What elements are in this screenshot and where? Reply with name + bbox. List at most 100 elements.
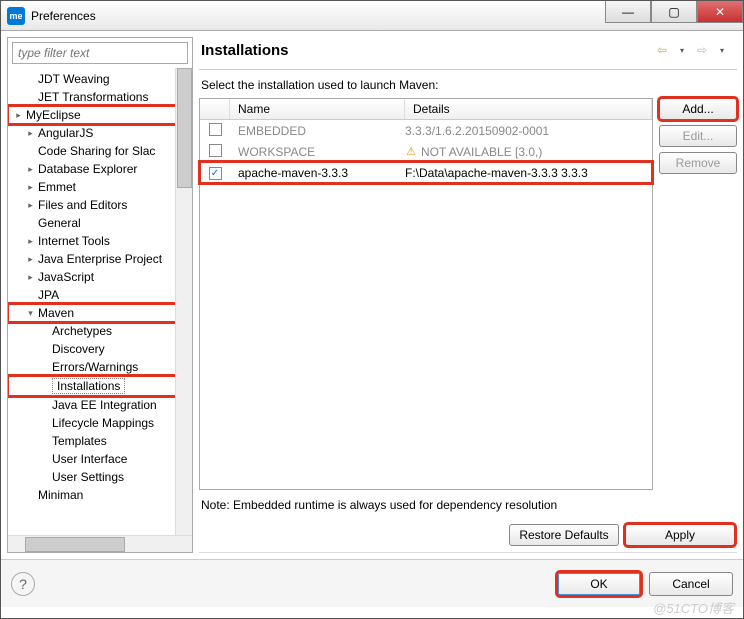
scroll-thumb[interactable] [25,537,125,552]
tree-item[interactable]: JPA [8,286,192,304]
nav-forward-icon[interactable]: ⇨ [693,41,711,59]
expander-icon[interactable]: ▾ [26,309,35,318]
tree-item-label: Code Sharing for Slac [38,144,155,158]
note-text: Note: Embedded runtime is always used fo… [199,490,737,520]
tree-item[interactable]: Archetypes [8,322,192,340]
expander-icon [40,345,49,354]
cell-name: EMBEDDED [230,124,405,138]
content-row: Name Details EMBEDDED3.3.3/1.6.2.2015090… [199,98,737,490]
tree-item-label: Lifecycle Mappings [52,416,154,430]
tree-item-label: Emmet [38,180,76,194]
expander-icon[interactable]: ▸ [26,273,35,282]
nav-back-icon[interactable]: ⇦ [653,41,671,59]
tree-item-label: JavaScript [38,270,94,284]
cell-name: apache-maven-3.3.3 [230,166,405,180]
dialog-footer: ? OK Cancel [1,559,743,607]
tree-item-label: Discovery [52,342,105,356]
minimize-button[interactable]: — [605,1,651,23]
window-title: Preferences [31,9,605,23]
expander-icon [40,382,49,391]
tree-item[interactable]: Java EE Integration [8,396,192,414]
table-row[interactable]: ✓ apache-maven-3.3.3F:\Data\apache-maven-… [200,162,652,183]
column-name[interactable]: Name [230,99,405,119]
horizontal-scrollbar[interactable] [8,535,192,552]
tree-item-label: Errors/Warnings [52,360,138,374]
tree-item-label: Java Enterprise Project [38,252,162,266]
tree-item[interactable]: ▸Database Explorer [8,160,192,178]
help-icon[interactable]: ? [11,572,35,596]
expander-icon [26,147,35,156]
expander-icon[interactable]: ▸ [26,201,35,210]
scroll-thumb[interactable] [177,68,192,188]
expander-icon[interactable]: ▸ [26,255,35,264]
sidebar: JDT WeavingJET Transformations▸MyEclipse… [7,37,193,553]
nav-back-menu-icon[interactable]: ▾ [673,41,691,59]
side-buttons: Add... Edit... Remove [659,98,737,490]
cancel-button[interactable]: Cancel [649,572,733,596]
tree-item[interactable]: User Settings [8,468,192,486]
table-row[interactable]: EMBEDDED3.3.3/1.6.2.20150902-0001 [200,120,652,141]
preferences-tree[interactable]: JDT WeavingJET Transformations▸MyEclipse… [8,68,192,535]
tree-item[interactable]: ▸Java Enterprise Project [8,250,192,268]
close-button[interactable]: ✕ [697,1,743,23]
cell-details: F:\Data\apache-maven-3.3.3 3.3.3 [405,166,652,180]
tree-item[interactable]: Installations [8,376,192,396]
window-controls: — ▢ ✕ [605,1,743,30]
maximize-button[interactable]: ▢ [651,1,697,23]
tree-item[interactable]: Templates [8,432,192,450]
filter-input[interactable] [12,42,188,64]
tree-item[interactable]: Discovery [8,340,192,358]
dialog-body: JDT WeavingJET Transformations▸MyEclipse… [1,31,743,559]
tree-item[interactable]: JET Transformations [8,88,192,106]
add-button[interactable]: Add... [659,98,737,120]
remove-button: Remove [659,152,737,174]
nav-menu-icon[interactable]: ▾ [713,41,731,59]
tree-item[interactable]: JDT Weaving [8,70,192,88]
column-details[interactable]: Details [405,99,652,119]
restore-defaults-button[interactable]: Restore Defaults [509,524,619,546]
tree-item[interactable]: ▸JavaScript [8,268,192,286]
tree-item-label: Maven [38,306,74,320]
cell-details: ⚠NOT AVAILABLE [3.0,) [405,145,652,159]
expander-icon[interactable]: ▸ [26,129,35,138]
tree-item[interactable]: ▸Internet Tools [8,232,192,250]
tree-item-label: Files and Editors [38,198,127,212]
instruction-text: Select the installation used to launch M… [199,70,737,98]
tree-item[interactable]: ▾Maven [8,304,192,322]
main-panel: Installations ⇦ ▾ ⇨ ▾ Select the install… [199,37,737,553]
warning-icon: ⚠ [405,146,417,158]
vertical-scrollbar[interactable] [175,68,192,535]
tree-item[interactable]: ▸Files and Editors [8,196,192,214]
tree-item[interactable]: ▸AngularJS [8,124,192,142]
expander-icon [26,491,35,500]
row-checkbox[interactable]: ✓ [209,167,222,180]
expander-icon[interactable]: ▸ [26,183,35,192]
app-icon: me [7,7,25,25]
expander-icon [26,93,35,102]
page-title: Installations [201,42,651,59]
tree-item[interactable]: Miniman [8,486,192,504]
tree-item[interactable]: User Interface [8,450,192,468]
row-checkbox[interactable] [209,144,222,157]
expander-icon [26,75,35,84]
tree-item[interactable]: Lifecycle Mappings [8,414,192,432]
tree-item[interactable]: Code Sharing for Slac [8,142,192,160]
apply-button[interactable]: Apply [625,524,735,546]
tree-item[interactable]: General [8,214,192,232]
expander-icon[interactable]: ▸ [14,111,23,120]
ok-button[interactable]: OK [557,572,641,596]
tree-item[interactable]: ▸MyEclipse [8,106,192,124]
tree-item[interactable]: Errors/Warnings [8,358,192,376]
tree-item[interactable]: ▸Emmet [8,178,192,196]
tree-item-label: JPA [38,288,59,302]
cell-details: 3.3.3/1.6.2.20150902-0001 [405,124,652,138]
expander-icon[interactable]: ▸ [26,237,35,246]
installations-table[interactable]: Name Details EMBEDDED3.3.3/1.6.2.2015090… [199,98,653,490]
tree-item-label: User Settings [52,470,124,484]
title-bar: me Preferences — ▢ ✕ [1,1,743,31]
table-row[interactable]: WORKSPACE⚠NOT AVAILABLE [3.0,) [200,141,652,162]
row-checkbox[interactable] [209,123,222,136]
cell-name: WORKSPACE [230,145,405,159]
table-body: EMBEDDED3.3.3/1.6.2.20150902-0001WORKSPA… [200,120,652,489]
expander-icon[interactable]: ▸ [26,165,35,174]
